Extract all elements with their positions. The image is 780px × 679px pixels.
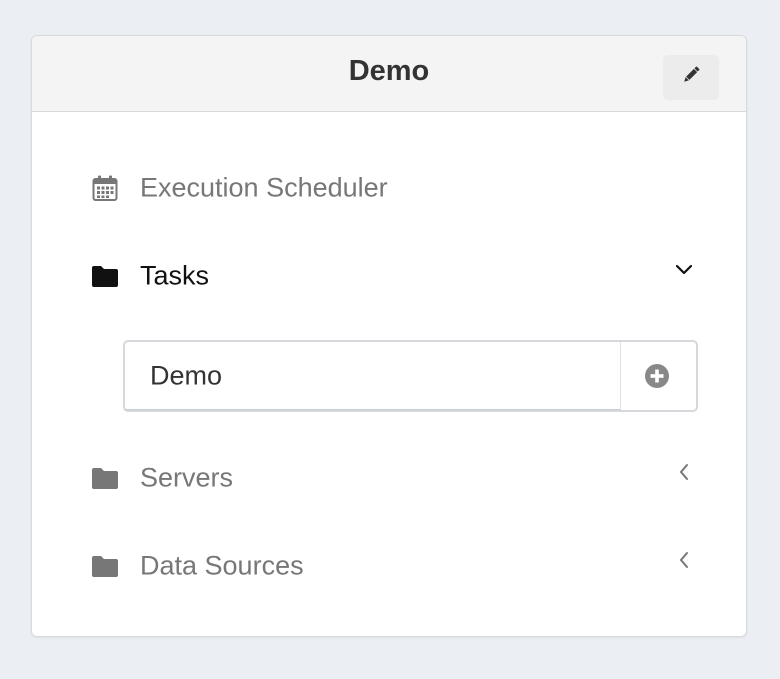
calendar-icon bbox=[91, 174, 119, 202]
folder-icon bbox=[91, 552, 119, 580]
project-panel: Demo Execution Scheduler Tasks Demo Serv… bbox=[31, 35, 747, 637]
nav-item-label: Servers bbox=[140, 462, 234, 493]
plus-circle-icon[interactable] bbox=[643, 362, 671, 390]
nav-item-tasks[interactable]: Tasks bbox=[32, 254, 746, 298]
folder-icon bbox=[91, 262, 119, 290]
panel-header: Demo bbox=[32, 36, 746, 112]
nav-item-data-sources[interactable]: Data Sources bbox=[32, 544, 746, 588]
task-item-label: Demo bbox=[150, 360, 223, 390]
nav-item-servers[interactable]: Servers bbox=[32, 456, 746, 500]
nav-item-label: Execution Scheduler bbox=[140, 172, 388, 203]
chevron-left-icon[interactable] bbox=[674, 550, 694, 570]
nav-item-label: Data Sources bbox=[140, 550, 304, 581]
nav-item-label: Tasks bbox=[140, 260, 210, 291]
folder-icon bbox=[91, 464, 119, 492]
chevron-down-icon[interactable] bbox=[674, 260, 694, 280]
pencil-icon bbox=[680, 64, 702, 91]
edit-button[interactable] bbox=[663, 55, 719, 100]
nav-item-execution-scheduler[interactable]: Execution Scheduler bbox=[32, 166, 746, 210]
task-item-label-area[interactable]: Demo bbox=[125, 342, 621, 410]
task-item-demo[interactable]: Demo bbox=[123, 340, 698, 412]
page-title: Demo bbox=[348, 55, 430, 87]
chevron-left-icon[interactable] bbox=[674, 462, 694, 482]
